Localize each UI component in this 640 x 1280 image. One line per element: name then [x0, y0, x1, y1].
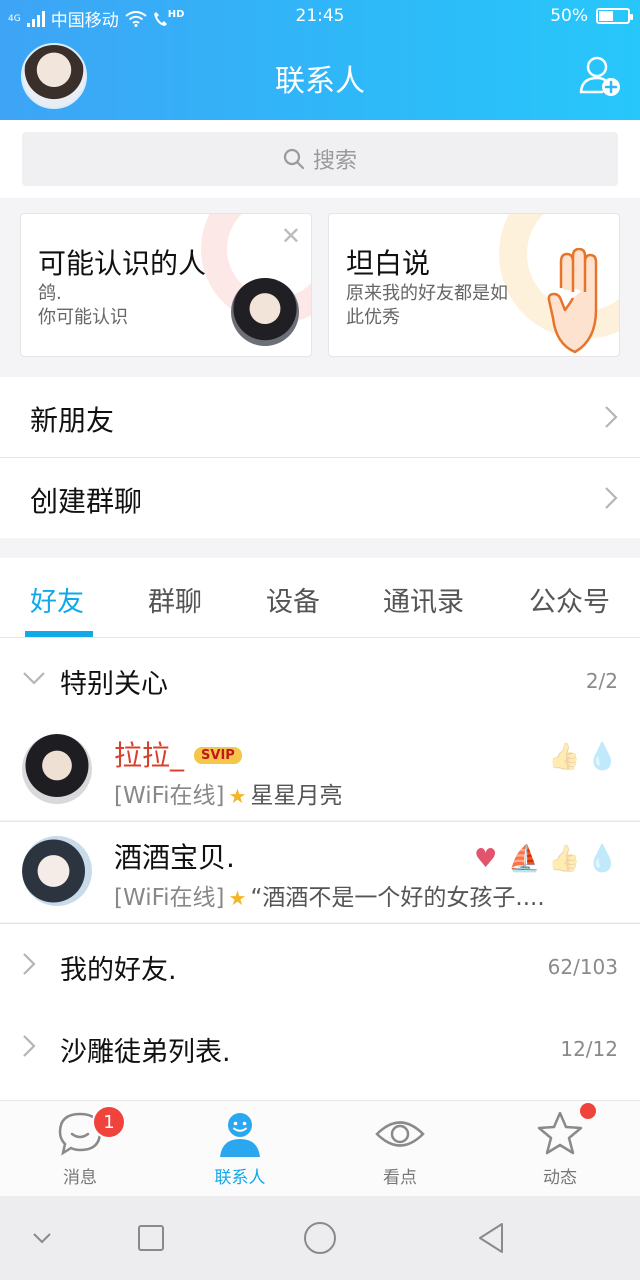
contact-tabs: 好友 群聊 设备 通讯录 公众号 — [0, 558, 640, 638]
nav-label: 联系人 — [214, 1168, 266, 1188]
contact-message: “酒酒不是一个好的女孩子.... — [250, 885, 545, 911]
group-title: 我的好友. — [60, 955, 177, 986]
heart-icon: ♥ — [474, 844, 498, 874]
chevron-down-icon — [23, 672, 45, 685]
card-line2: 你可能认识 — [38, 307, 128, 328]
tab-official-accounts[interactable]: 公众号 — [529, 580, 610, 619]
battery-icon — [596, 8, 633, 24]
contact-row[interactable]: 拉拉_ SVIP [WiFi在线] ★ 星星月亮 👍 💧 — [0, 720, 640, 820]
star-icon: ★ — [228, 886, 247, 910]
contact-row[interactable]: 酒酒宝贝. [WiFi在线] ★ “酒酒不是一个好的女孩子.... ♥ ⛵ 👍 💧 — [0, 822, 640, 922]
card-line2: 此优秀 — [346, 307, 400, 328]
contact-name: 酒酒宝贝. — [114, 841, 235, 874]
card-subtitle: 鸽. 你可能认识 — [38, 282, 128, 330]
nav-label: 动态 — [543, 1168, 577, 1188]
thumbs-up-icon: 👍 — [548, 742, 581, 772]
app-header: 4G 中国移动 HD 21:45 50% 联系人 — [0, 0, 640, 120]
drop-icon: 💧 — [586, 844, 619, 874]
new-friends-row[interactable]: 新朋友 — [0, 377, 640, 457]
bottom-nav: 1 消息 联系人 看点 动态 — [0, 1100, 640, 1196]
card-line1: 鸽. — [38, 283, 62, 304]
chevron-right-icon — [605, 487, 618, 509]
star-outline-icon — [537, 1111, 583, 1155]
group-title: 沙雕徒弟列表. — [60, 1037, 231, 1068]
card-subtitle: 原来我的好友都是如 此优秀 — [346, 282, 508, 330]
group-count: 62/103 — [547, 955, 618, 979]
tab-devices[interactable]: 设备 — [266, 580, 320, 619]
tab-groups[interactable]: 群聊 — [148, 580, 202, 619]
contact-message: 星星月亮 — [250, 783, 343, 809]
battery-fill — [599, 11, 613, 21]
card-line1: 原来我的好友都是如 — [346, 283, 508, 304]
tab-friends[interactable]: 好友 — [30, 580, 84, 619]
search-input[interactable]: 搜索 — [22, 132, 618, 186]
contact-status: [WiFi在线] ★ 星星月亮 — [114, 776, 342, 810]
confession-card[interactable]: 坦白说 原来我的好友都是如 此优秀 — [328, 213, 620, 357]
unread-badge: 1 — [92, 1105, 126, 1139]
online-status: [WiFi在线] — [114, 885, 225, 911]
contacts-icon — [220, 1113, 260, 1157]
nav-messages[interactable]: 1 消息 — [0, 1101, 160, 1197]
active-tab-indicator — [25, 631, 93, 637]
new-friends-label: 新朋友 — [30, 404, 115, 437]
nav-label: 消息 — [63, 1168, 97, 1188]
create-group-label: 创建群聊 — [30, 485, 143, 518]
nav-feed[interactable]: 动态 — [480, 1101, 640, 1197]
status-bar: 4G 中国移动 HD 21:45 50% — [0, 0, 640, 32]
group-count: 2/2 — [585, 669, 618, 693]
chevron-right-icon — [23, 1035, 36, 1057]
close-icon[interactable]: ✕ — [281, 222, 301, 250]
system-nav-bar — [0, 1196, 640, 1280]
apprentice-group[interactable]: 沙雕徒弟列表. 12/12 — [0, 1006, 640, 1100]
add-friend-icon[interactable] — [578, 54, 622, 98]
recent-square-icon[interactable] — [129, 1216, 173, 1260]
nav-discover[interactable]: 看点 — [320, 1101, 480, 1197]
home-circle-icon[interactable] — [298, 1216, 342, 1260]
contact-status: [WiFi在线] ★ “酒酒不是一个好的女孩子.... — [114, 878, 545, 912]
group-title: 特别关心 — [60, 669, 168, 700]
search-placeholder: 搜索 — [312, 149, 357, 174]
battery-percent: 50% — [550, 6, 588, 26]
contact-avatar — [22, 734, 92, 804]
back-triangle-icon[interactable] — [470, 1216, 514, 1260]
friends-group[interactable]: 我的好友. 62/103 — [0, 924, 640, 1006]
contact-name: 拉拉_ SVIP — [114, 734, 242, 774]
status-time: 21:45 — [295, 6, 345, 26]
suggested-avatar[interactable] — [231, 278, 299, 346]
sailboat-icon: ⛵ — [508, 844, 541, 874]
search-icon — [283, 148, 305, 170]
chevron-right-icon — [23, 953, 36, 975]
contact-avatar — [22, 836, 92, 906]
hand-icon — [547, 248, 598, 354]
eye-icon — [375, 1121, 425, 1147]
tab-address-book[interactable]: 通讯录 — [383, 580, 464, 619]
nav-label: 看点 — [383, 1168, 417, 1188]
nav-contacts[interactable]: 联系人 — [160, 1101, 320, 1197]
online-status: [WiFi在线] — [114, 783, 225, 809]
svip-badge: SVIP — [194, 747, 242, 764]
card-title: 可能认识的人 — [38, 247, 207, 280]
page-title: 联系人 — [275, 64, 365, 99]
special-care-group[interactable]: 特别关心 2/2 — [0, 638, 640, 720]
create-group-row[interactable]: 创建群聊 — [0, 458, 640, 538]
contact-name-text: 拉拉_ — [114, 739, 185, 772]
group-count: 12/12 — [560, 1037, 618, 1061]
drop-icon: 💧 — [586, 742, 619, 772]
card-title: 坦白说 — [346, 247, 431, 280]
notification-dot — [580, 1103, 596, 1119]
people-you-may-know-card[interactable]: 可能认识的人 鸽. 你可能认识 ✕ — [20, 213, 312, 357]
chevron-down-icon[interactable] — [20, 1216, 64, 1260]
search-section: 搜索 — [0, 120, 640, 198]
star-icon: ★ — [228, 784, 247, 808]
thumbs-up-icon: 👍 — [548, 844, 581, 874]
chevron-right-icon — [605, 406, 618, 428]
